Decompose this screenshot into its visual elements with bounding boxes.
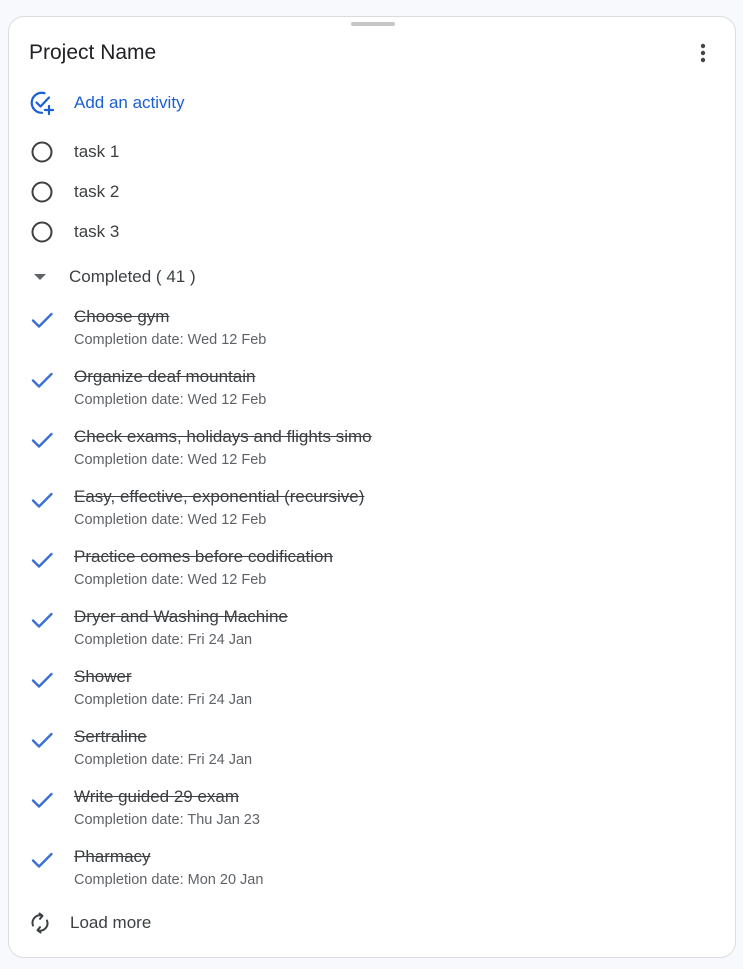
completed-item: Check exams, holidays and flights simo C… <box>29 426 709 486</box>
refresh-icon <box>29 912 51 934</box>
completed-item: Sertraline Completion date: Fri 24 Jan <box>29 726 709 786</box>
completion-date: Completion date: Thu Jan 23 <box>74 812 260 828</box>
completed-item-title[interactable]: Sertraline <box>74 726 252 748</box>
completed-item: Choose gym Completion date: Wed 12 Feb <box>29 306 709 366</box>
check-icon[interactable] <box>29 547 55 573</box>
completed-list: Choose gym Completion date: Wed 12 Feb O… <box>29 306 709 906</box>
completed-item-title[interactable]: Practice comes before codification <box>74 546 333 568</box>
circle-checkbox-icon[interactable] <box>29 139 55 165</box>
check-icon[interactable] <box>29 667 55 693</box>
more-options-button[interactable] <box>687 37 719 69</box>
completed-toggle[interactable]: Completed ( 41 ) <box>29 262 196 292</box>
completed-item: Easy, effective, exponential (recursive)… <box>29 486 709 546</box>
completed-item-title[interactable]: Shower <box>74 666 252 688</box>
completed-item: Write guided 29 exam Completion date: Th… <box>29 786 709 846</box>
completion-date: Completion date: Wed 12 Feb <box>74 332 267 348</box>
check-icon[interactable] <box>29 367 55 393</box>
completed-item-title[interactable]: Organize deaf mountain <box>74 366 266 388</box>
completed-item-title[interactable]: Pharmacy <box>74 846 263 868</box>
check-icon[interactable] <box>29 787 55 813</box>
completion-date: Completion date: Wed 12 Feb <box>74 452 267 468</box>
check-icon[interactable] <box>29 607 55 633</box>
check-icon[interactable] <box>29 847 55 873</box>
drag-handle[interactable] <box>351 22 395 26</box>
add-activity-label: Add an activity <box>74 93 185 112</box>
completed-label: Completed ( 41 ) <box>69 267 196 286</box>
circle-checkbox-icon[interactable] <box>29 219 55 245</box>
completion-date: Completion date: Mon 20 Jan <box>74 872 264 888</box>
completed-item-title[interactable]: Choose gym <box>74 306 266 328</box>
completion-date: Completion date: Fri 24 Jan <box>74 752 253 768</box>
load-more-label: Load more <box>70 913 152 932</box>
task-list: task 1 task 2 task 3 <box>29 132 709 252</box>
task-item[interactable]: task 3 <box>29 212 709 252</box>
completion-date: Completion date: Wed 12 Feb <box>74 512 267 528</box>
completed-item: Organize deaf mountain Completion date: … <box>29 366 709 426</box>
add-task-icon <box>29 90 55 116</box>
task-item[interactable]: task 2 <box>29 172 709 212</box>
completed-item: Practice comes before codification Compl… <box>29 546 709 606</box>
load-more-button[interactable]: Load more <box>29 908 151 938</box>
panel-header: Project Name <box>29 37 719 69</box>
completed-item-title[interactable]: Check exams, holidays and flights simo <box>74 426 372 448</box>
completion-date: Completion date: Fri 24 Jan <box>74 632 253 648</box>
check-icon[interactable] <box>29 727 55 753</box>
completed-item-title[interactable]: Write guided 29 exam <box>74 786 260 808</box>
check-icon[interactable] <box>29 307 55 333</box>
completed-item: Pharmacy Completion date: Mon 20 Jan <box>29 846 709 906</box>
more-vert-icon <box>700 43 706 63</box>
circle-checkbox-icon[interactable] <box>29 179 55 205</box>
completed-item: Dryer and Washing Machine Completion dat… <box>29 606 709 666</box>
completion-date: Completion date: Wed 12 Feb <box>74 572 267 588</box>
check-icon[interactable] <box>29 427 55 453</box>
add-activity-button[interactable]: Add an activity <box>29 88 185 118</box>
task-panel: Project Name Add an activity task 1 task… <box>8 16 736 958</box>
completion-date: Completion date: Fri 24 Jan <box>74 692 253 708</box>
task-label: task 1 <box>74 142 120 161</box>
completed-item-title[interactable]: Easy, effective, exponential (recursive) <box>74 486 364 508</box>
completion-date: Completion date: Wed 12 Feb <box>74 392 267 408</box>
completed-item-title[interactable]: Dryer and Washing Machine <box>74 606 288 628</box>
task-item[interactable]: task 1 <box>29 132 709 172</box>
page-title: Project Name <box>29 41 157 64</box>
check-icon[interactable] <box>29 487 55 513</box>
task-label: task 2 <box>74 182 120 201</box>
task-label: task 3 <box>74 222 120 241</box>
completed-item: Shower Completion date: Fri 24 Jan <box>29 666 709 726</box>
caret-down-icon <box>29 266 51 288</box>
